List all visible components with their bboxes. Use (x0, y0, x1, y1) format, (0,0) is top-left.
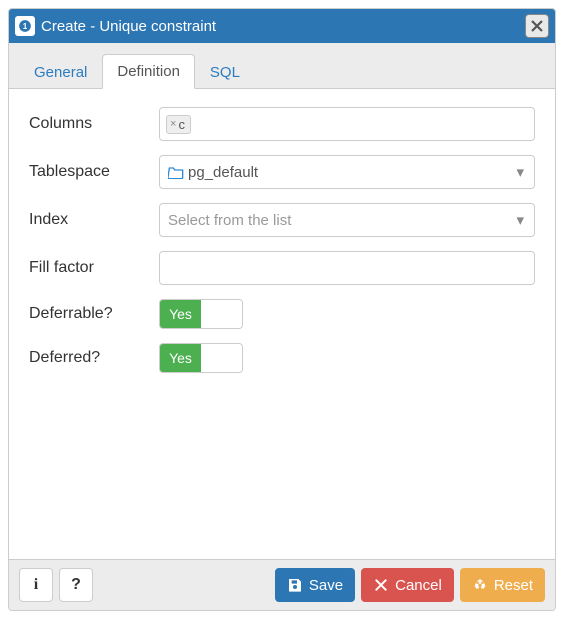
save-label: Save (309, 577, 343, 594)
tablespace-value: pg_default (188, 164, 258, 181)
caret-down-icon: ▾ (516, 211, 524, 229)
tab-content: Columns × c Tablespace pg_default (9, 89, 555, 559)
reset-button[interactable]: Reset (460, 568, 545, 602)
toggle-off-half (201, 344, 242, 372)
label-fillfactor: Fill factor (29, 259, 159, 277)
label-deferrable: Deferrable? (29, 305, 159, 323)
save-button[interactable]: Save (275, 568, 355, 602)
row-columns: Columns × c (29, 107, 535, 141)
row-index: Index Select from the list ▾ (29, 203, 535, 237)
deferrable-toggle[interactable]: Yes (159, 299, 243, 329)
folder-icon (168, 165, 184, 179)
remove-tag-icon[interactable]: × (170, 118, 176, 130)
caret-down-icon: ▾ (516, 163, 524, 181)
label-index: Index (29, 211, 159, 229)
tab-sql[interactable]: SQL (195, 55, 255, 89)
column-tag-label: c (178, 117, 185, 132)
fillfactor-input[interactable] (159, 251, 535, 285)
deferred-toggle[interactable]: Yes (159, 343, 243, 373)
help-button[interactable]: ? (59, 568, 93, 602)
label-columns: Columns (29, 115, 159, 133)
index-placeholder: Select from the list (168, 212, 291, 229)
index-select[interactable]: Select from the list ▾ (159, 203, 535, 237)
cancel-label: Cancel (395, 577, 442, 594)
column-tag[interactable]: × c (166, 115, 191, 134)
row-deferred: Deferred? Yes (29, 343, 535, 373)
tab-definition[interactable]: Definition (102, 54, 195, 89)
footer: i ? Save Cancel Reset (9, 559, 555, 610)
titlebar: 1 Create - Unique constraint (9, 9, 555, 43)
row-fillfactor: Fill factor (29, 251, 535, 285)
label-deferred: Deferred? (29, 349, 159, 367)
app-icon: 1 (15, 16, 35, 36)
save-icon (287, 577, 303, 593)
columns-input[interactable]: × c (159, 107, 535, 141)
row-deferrable: Deferrable? Yes (29, 299, 535, 329)
label-tablespace: Tablespace (29, 163, 159, 181)
recycle-icon (472, 577, 488, 593)
toggle-on-label: Yes (160, 344, 201, 372)
info-button[interactable]: i (19, 568, 53, 602)
svg-text:1: 1 (23, 22, 28, 31)
dialog: 1 Create - Unique constraint General Def… (8, 8, 556, 611)
cancel-button[interactable]: Cancel (361, 568, 454, 602)
tabs-bar: General Definition SQL (9, 43, 555, 89)
tablespace-select[interactable]: pg_default ▾ (159, 155, 535, 189)
toggle-off-half (201, 300, 242, 328)
toggle-on-label: Yes (160, 300, 201, 328)
reset-label: Reset (494, 577, 533, 594)
row-tablespace: Tablespace pg_default ▾ (29, 155, 535, 189)
close-button[interactable] (525, 14, 549, 38)
close-icon (373, 577, 389, 593)
tab-general[interactable]: General (19, 55, 102, 89)
dialog-title: Create - Unique constraint (41, 18, 525, 35)
